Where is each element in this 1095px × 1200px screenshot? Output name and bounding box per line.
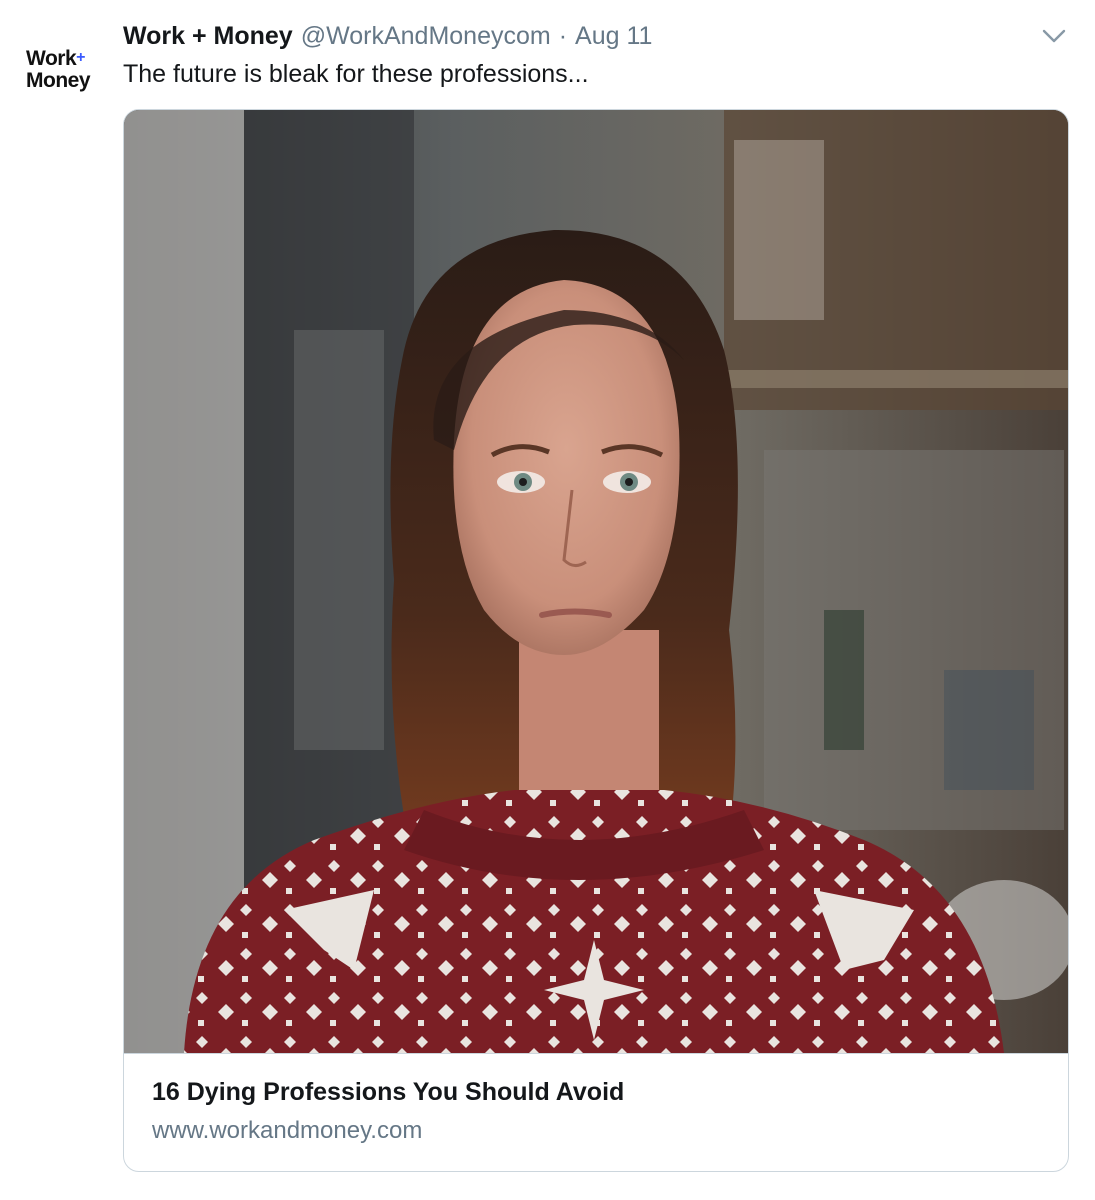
chevron-down-icon[interactable]	[1039, 24, 1069, 48]
tweet-text: The future is bleak for these profession…	[123, 60, 589, 88]
author-handle[interactable]: @WorkAndMoneycom	[301, 22, 551, 51]
tweet-date[interactable]: Aug 11	[575, 22, 652, 51]
avatar[interactable]: Work+ Money	[22, 28, 104, 110]
card-text[interactable]: 16 Dying Professions You Should Avoid ww…	[124, 1053, 1068, 1171]
card-domain: www.workandmoney.com	[152, 1117, 423, 1144]
avatar-logo-line-1: Work+	[26, 46, 85, 70]
avatar-logo-line-2: Money	[26, 68, 91, 92]
separator-dot: ·	[558, 21, 568, 50]
author-name[interactable]: Work + Money	[123, 22, 293, 51]
link-card[interactable]: 16 Dying Professions You Should Avoid ww…	[123, 109, 1069, 1172]
tweet-header: Work + Money @WorkAndMoneycom · Aug 11	[123, 16, 1035, 56]
card-title[interactable]: 16 Dying Professions You Should Avoid	[152, 1076, 1040, 1108]
card-image[interactable]	[124, 110, 1068, 1053]
tweet[interactable]: Work+ Money Work + Money @WorkAndMoneyco…	[0, 0, 1095, 1200]
